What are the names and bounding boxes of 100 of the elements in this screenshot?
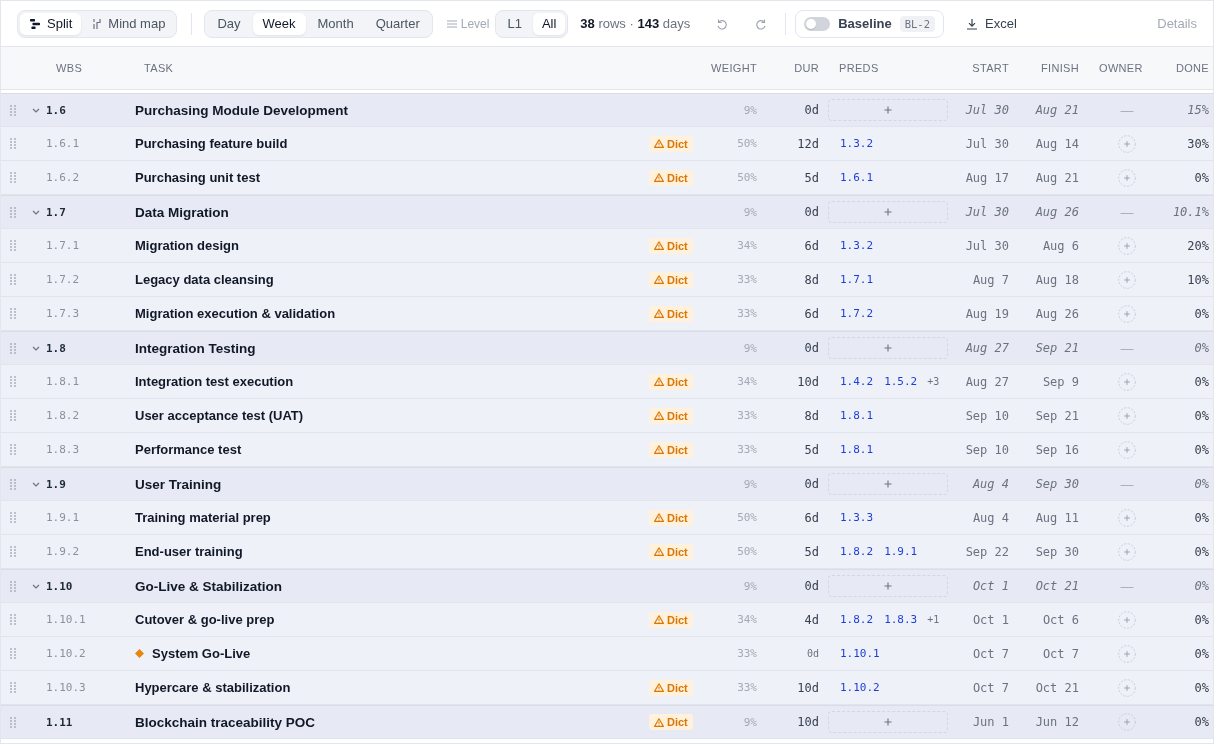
plus-circle-icon[interactable]: [1118, 440, 1136, 459]
start-date: Sep 10: [965, 442, 1009, 457]
weight-value: 33%: [737, 307, 757, 320]
plus-circle-icon[interactable]: [1118, 168, 1136, 187]
task-name[interactable]: Purchasing feature build: [135, 136, 288, 151]
drag-handle-icon[interactable]: [10, 104, 16, 116]
drag-handle-icon[interactable]: [10, 172, 16, 183]
task-name[interactable]: Cutover & go-live prep: [135, 612, 275, 627]
task-name[interactable]: Data Migration: [135, 204, 229, 220]
time-scale-tab[interactable]: Day: [207, 12, 251, 35]
plus-circle-icon[interactable]: [1118, 610, 1136, 629]
plus-circle-icon[interactable]: [1118, 270, 1136, 289]
chevron-down-icon[interactable]: [32, 481, 40, 487]
task-name[interactable]: Migration execution & validation: [135, 306, 336, 321]
predecessor-link[interactable]: 1.3.3: [840, 511, 874, 524]
add-predecessor-button[interactable]: [828, 711, 948, 733]
predecessor-link[interactable]: 1.3.2: [840, 239, 874, 252]
chevron-down-icon[interactable]: [32, 107, 40, 113]
predecessor-link[interactable]: 1.4.2: [840, 375, 874, 388]
chevron-down-icon[interactable]: [32, 209, 40, 215]
task-name[interactable]: Migration design: [135, 238, 239, 253]
add-predecessor-button[interactable]: [828, 473, 948, 495]
predecessor-link[interactable]: 1.5.2: [884, 375, 918, 388]
predecessor-link[interactable]: 1.8.1: [840, 409, 874, 422]
predecessor-link[interactable]: 1.8.2: [840, 613, 874, 626]
plus-circle-icon[interactable]: [1118, 372, 1136, 391]
predecessor-link[interactable]: 1.10.1: [840, 647, 880, 660]
drag-handle-icon[interactable]: [10, 138, 16, 149]
drag-handle-icon[interactable]: [10, 478, 16, 490]
more-predecessors-count[interactable]: +3: [927, 376, 940, 387]
task-name[interactable]: User Training: [135, 476, 222, 492]
task-name[interactable]: Performance test: [135, 442, 242, 457]
task-name[interactable]: End-user training: [135, 544, 243, 559]
predecessor-link[interactable]: 1.8.2: [840, 545, 874, 558]
predecessor-link[interactable]: 1.7.1: [840, 273, 874, 286]
task-name[interactable]: Hypercare & stabilization: [135, 680, 291, 695]
drag-handle-icon[interactable]: [10, 648, 16, 659]
wbs-number: 1.11: [46, 715, 73, 729]
chevron-down-icon[interactable]: [32, 583, 40, 589]
task-name[interactable]: Purchasing unit test: [135, 170, 260, 185]
drag-handle-icon[interactable]: [10, 342, 16, 354]
plus-circle-icon[interactable]: [1118, 542, 1136, 561]
drag-handle-icon[interactable]: [10, 240, 16, 251]
drag-handle-icon[interactable]: [10, 206, 16, 218]
drag-handle-icon[interactable]: [10, 410, 16, 421]
drag-handle-icon[interactable]: [10, 682, 16, 693]
predecessor-link[interactable]: 1.3.2: [840, 137, 874, 150]
plus-circle-icon[interactable]: [1118, 644, 1136, 663]
add-predecessor-button[interactable]: [828, 201, 948, 223]
chevron-down-icon[interactable]: [32, 345, 40, 351]
duration-value: 10d: [797, 715, 819, 729]
task-name[interactable]: Integration test execution: [135, 374, 294, 389]
task-name[interactable]: Training material prep: [135, 510, 271, 525]
drag-handle-icon[interactable]: [10, 614, 16, 625]
time-scale-tab[interactable]: Quarter: [365, 12, 430, 35]
plus-circle-icon[interactable]: [1118, 406, 1136, 425]
predecessor-link[interactable]: 1.7.2: [840, 307, 874, 320]
baseline-toggle[interactable]: [804, 16, 831, 31]
predecessor-link[interactable]: 1.8.3: [884, 613, 918, 626]
drag-handle-icon[interactable]: [10, 512, 16, 523]
task-name[interactable]: Blockchain traceability POC: [135, 714, 316, 730]
weight-value: 33%: [737, 273, 757, 286]
level-tab[interactable]: All: [532, 12, 566, 35]
predecessor-link[interactable]: 1.10.2: [840, 681, 880, 694]
task-name[interactable]: Integration Testing: [135, 340, 256, 356]
export-excel-button[interactable]: Excel: [964, 10, 1019, 37]
add-predecessor-button[interactable]: [828, 337, 948, 359]
drag-handle-icon[interactable]: [10, 274, 16, 285]
view-mode-tab[interactable]: Split: [20, 12, 82, 35]
drag-handle-icon[interactable]: [10, 546, 16, 557]
time-scale-tab[interactable]: Week: [252, 12, 306, 35]
drag-handle-icon[interactable]: [10, 580, 16, 592]
add-predecessor-button[interactable]: [828, 99, 948, 121]
time-scale-tab[interactable]: Month: [307, 12, 364, 35]
view-mode-tab[interactable]: Mind map: [83, 12, 175, 35]
plus-circle-icon[interactable]: [1118, 236, 1136, 255]
plus-circle-icon[interactable]: [1118, 678, 1136, 697]
drag-handle-icon[interactable]: [10, 444, 16, 455]
gantt-bars-icon: [29, 17, 41, 30]
drag-handle-icon[interactable]: [10, 308, 16, 319]
level-tab[interactable]: L1: [498, 12, 531, 35]
add-predecessor-button[interactable]: [828, 575, 948, 597]
plus-circle-icon[interactable]: [1118, 508, 1136, 527]
task-name[interactable]: Purchasing Module Development: [135, 102, 349, 118]
plus-circle-icon[interactable]: [1118, 713, 1136, 731]
task-name[interactable]: System Go-Live: [152, 646, 251, 661]
task-name[interactable]: Go-Live & Stabilization: [135, 578, 282, 594]
plus-circle-icon[interactable]: [1118, 134, 1136, 153]
task-name[interactable]: Legacy data cleansing: [135, 272, 274, 287]
predecessor-link[interactable]: 1.9.1: [884, 545, 918, 558]
more-predecessors-count[interactable]: +1: [927, 614, 940, 625]
task-name[interactable]: User acceptance test (UAT): [135, 408, 304, 423]
percent-done: 0%: [1194, 442, 1209, 457]
redo-icon[interactable]: [755, 17, 768, 30]
predecessor-link[interactable]: 1.6.1: [840, 171, 874, 184]
undo-icon[interactable]: [716, 17, 729, 30]
plus-circle-icon[interactable]: [1118, 304, 1136, 323]
predecessor-link[interactable]: 1.8.1: [840, 443, 874, 456]
drag-handle-icon[interactable]: [10, 716, 16, 728]
drag-handle-icon[interactable]: [10, 376, 16, 387]
